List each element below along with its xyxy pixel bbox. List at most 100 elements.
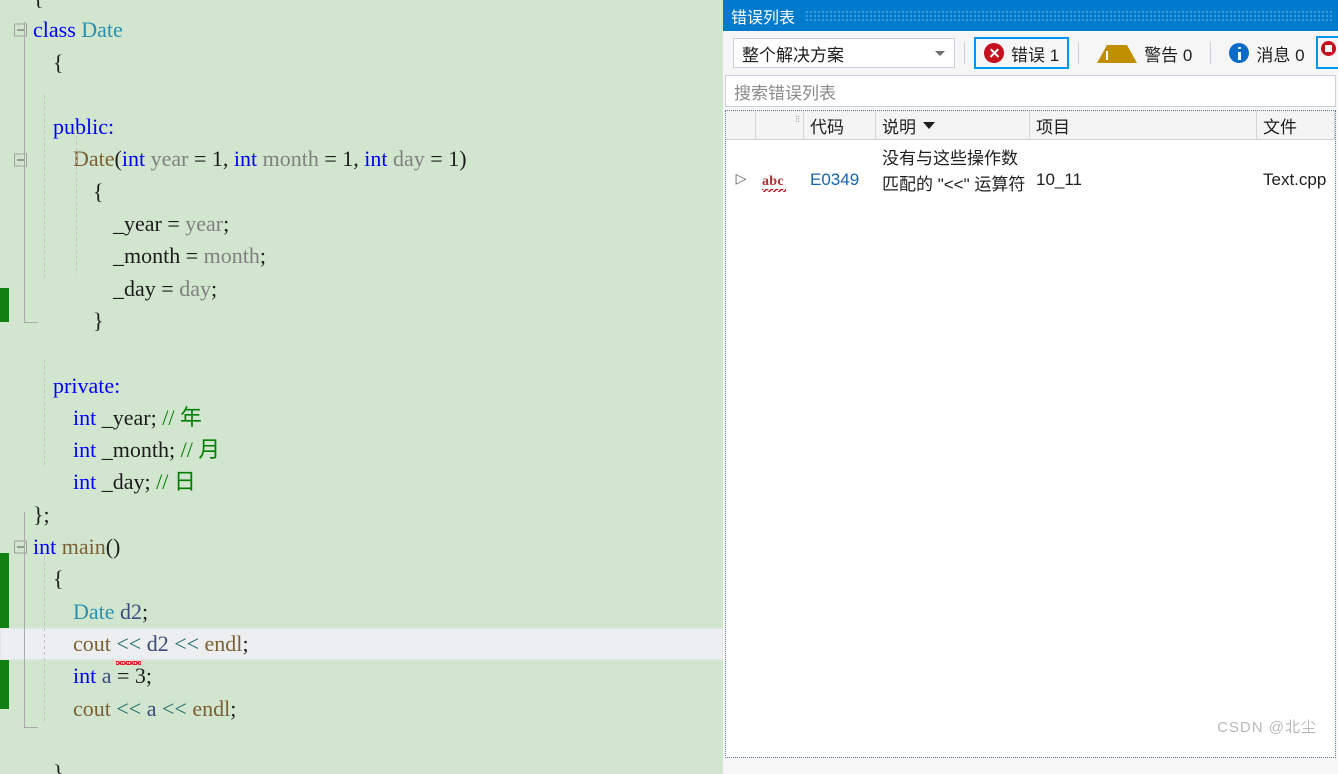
messages-filter-button[interactable]: 消息 0 [1220,37,1313,69]
column-header-code[interactable]: 代码 [804,111,876,139]
code-line[interactable]: _year = year; [0,208,723,240]
row-code-cell[interactable]: E0349 [804,146,876,190]
code-line[interactable]: Date(int year = 1, int month = 1, int da… [0,143,723,175]
code-line[interactable]: }; [0,499,723,531]
stop-build-icon [1321,41,1336,56]
code-line[interactable] [0,725,723,757]
code-token: ; [230,695,237,721]
scope-guide-line [24,512,25,727]
toolbar-divider [964,42,965,64]
code-line[interactable]: class Date [0,14,723,46]
code-line[interactable]: int _day; // 日 [0,466,723,498]
error-list-grid[interactable]: 代码 说明 项目 文件 ▷ abc E0349 没有与这些操作数匹配的 "<<"… [725,110,1336,758]
error-squiggle-token: << [116,628,141,666]
fold-toggle-icon[interactable] [14,540,27,554]
column-header-file[interactable]: 文件 [1257,111,1335,139]
column-header-project[interactable]: 项目 [1030,111,1257,139]
sort-descending-icon [923,121,935,129]
code-token: ; [259,243,267,269]
column-header-expand[interactable] [726,111,756,139]
code-token: endl [192,695,231,721]
indent-guide [76,130,77,275]
code-token: d2 [146,630,169,656]
code-token: a [101,663,112,689]
code-token: ) [459,146,467,172]
code-token: Date [73,146,115,172]
table-row[interactable]: ▷ abc E0349 没有与这些操作数匹配的 "<<" 运算符 10_11 T… [726,140,1335,214]
code-line[interactable]: cout << a << endl; [0,693,723,725]
info-icon [1229,43,1250,63]
fold-toggle-icon[interactable] [14,23,27,37]
indent-guide [44,360,45,468]
code-line[interactable]: } [0,305,723,337]
code-line[interactable]: cout << d2 << endl; [0,627,723,666]
warnings-filter-button[interactable]: 警告 0 [1088,37,1201,69]
code-line[interactable]: } [0,757,723,774]
code-token: << [116,695,142,721]
code-token: month [203,243,260,269]
error-icon [984,43,1004,63]
fold-toggle-icon[interactable] [14,153,27,167]
code-editor[interactable]: {class Date{public:Date(int year = 1, in… [0,0,723,774]
scope-guide-line [24,22,25,322]
errors-filter-button[interactable]: 错误 1 [974,37,1070,69]
abc-spellcheck-icon: abc [762,175,788,192]
code-line[interactable]: { [0,176,723,208]
code-line[interactable]: _month = month; [0,240,723,272]
error-list-header-row: 代码 说明 项目 文件 [726,111,1335,140]
code-token: main [61,534,106,560]
code-token: Date [81,17,123,43]
code-token: = [180,243,204,269]
row-expand-toggle[interactable]: ▷ [726,146,756,187]
column-header-description[interactable]: 说明 [876,111,1030,139]
code-token: int [73,663,97,689]
error-list-body: ▷ abc E0349 没有与这些操作数匹配的 "<<" 运算符 10_11 T… [726,140,1335,757]
code-line[interactable]: int _year; // 年 [0,402,723,434]
code-token: cout [73,630,111,656]
scope-guide-end [24,727,38,728]
code-line[interactable]: Date d2; [0,596,723,628]
code-line[interactable]: int _month; // 月 [0,434,723,466]
code-line[interactable] [0,79,723,111]
row-description-cell: 没有与这些操作数匹配的 "<<" 运算符 [882,149,1026,194]
build-filter-button[interactable] [1316,36,1338,69]
column-header-code-label: 代码 [810,117,844,137]
code-token: () [105,534,121,560]
code-token: = [188,146,212,172]
code-token: ; [223,211,230,237]
code-token: year [150,146,189,172]
code-line[interactable] [0,337,723,369]
code-token: year [185,211,224,237]
scope-selector-dropdown[interactable]: 整个解决方案 [733,38,955,68]
code-token: 1 [448,146,460,172]
code-line[interactable]: { [0,47,723,79]
code-line[interactable]: private: [0,370,723,402]
code-line[interactable]: int main() [0,531,723,563]
code-token: cout [73,695,111,721]
error-list-toolbar: 整个解决方案 错误 1 警告 0 消息 0 [723,31,1338,75]
title-bar-grip [805,9,1334,22]
error-list-title-bar[interactable]: 错误列表 [723,0,1338,31]
code-token: class [33,17,82,43]
code-line[interactable]: { [0,0,723,14]
column-header-severity[interactable] [756,111,804,139]
code-token: { [93,178,104,204]
code-token: _year; [96,404,163,430]
scope-guide-end [24,322,38,323]
code-token: }; [33,501,50,527]
code-token: ; [242,630,249,656]
code-line[interactable]: int a = 3; [0,660,723,692]
code-token: _year [113,211,162,237]
code-line[interactable]: public: [0,111,723,143]
code-token: public: [53,114,115,140]
code-token: int [73,437,97,463]
code-line[interactable]: _day = day; [0,273,723,305]
code-token: day [179,275,211,301]
code-token: 3 [134,663,146,689]
column-grip-icon [795,115,800,123]
code-token: ( [114,146,122,172]
toolbar-divider [1210,42,1212,64]
code-line[interactable]: { [0,563,723,595]
code-token: _day; [96,469,157,495]
search-error-list-input[interactable]: 搜索错误列表 [725,75,1336,107]
